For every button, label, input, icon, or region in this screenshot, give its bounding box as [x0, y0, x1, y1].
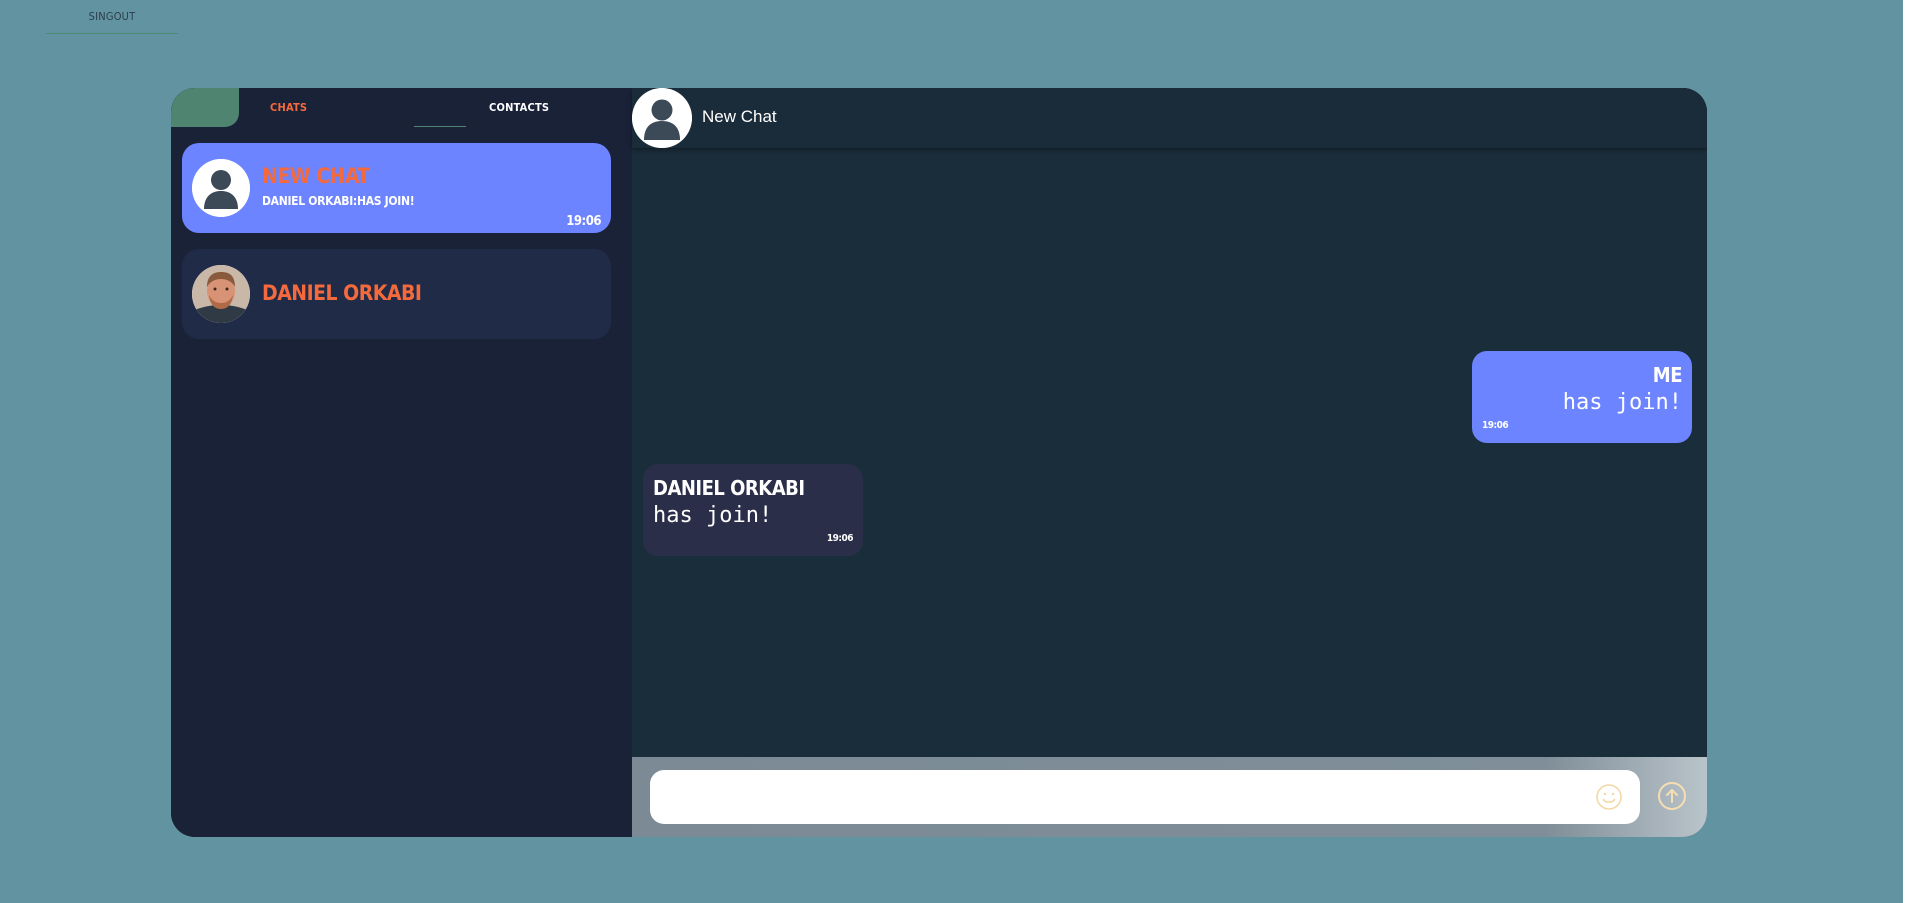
message-text: has join!	[1562, 390, 1682, 415]
page-edge	[1903, 0, 1912, 903]
user-photo-avatar	[192, 265, 250, 323]
message-bubble-outgoing: ME has join! 19:06	[1472, 351, 1692, 443]
tab-underline	[414, 126, 466, 127]
smiley-icon[interactable]	[1594, 782, 1624, 812]
arrow-up-circle-icon[interactable]	[1655, 779, 1689, 813]
message-bubble-incoming: DANIEL ORKABI has join! 19:06	[643, 464, 863, 556]
tab-chats[interactable]: CHATS	[270, 101, 307, 114]
message-input[interactable]	[666, 770, 1570, 826]
conversation-panel: New Chat ME has join! 19:06 DANIEL ORKAB…	[632, 88, 1707, 837]
signout-button[interactable]: SINGOUT	[46, 0, 178, 34]
tab-indicator	[171, 88, 239, 127]
chat-app-window: CHATS CONTACTS NEW CHAT DANIEL ORKABI:HA…	[171, 88, 1707, 837]
message-time: 19:06	[826, 533, 854, 544]
message-text: has join!	[653, 503, 773, 528]
message-time: 19:06	[1482, 420, 1509, 431]
default-user-icon	[192, 159, 250, 217]
sidebar: CHATS CONTACTS NEW CHAT DANIEL ORKABI:HA…	[171, 88, 632, 837]
chat-last-message: DANIEL ORKABI:HAS JOIN!	[262, 194, 415, 208]
message-sender: DANIEL ORKABI	[653, 476, 805, 500]
sidebar-tabs: CHATS CONTACTS	[171, 88, 632, 143]
chat-name: NEW CHAT	[262, 164, 370, 188]
chat-list-item-new-chat[interactable]: NEW CHAT DANIEL ORKABI:HAS JOIN! 19:06	[182, 143, 611, 233]
message-input-container	[650, 770, 1640, 826]
chat-list-item-daniel-orkabi[interactable]: DANIEL ORKABI	[182, 249, 611, 339]
message-sender: ME	[1652, 363, 1683, 387]
conversation-header: New Chat	[632, 88, 1707, 148]
chat-time: 19:06	[566, 214, 601, 229]
tab-contacts[interactable]: CONTACTS	[489, 101, 549, 114]
default-user-icon	[632, 88, 692, 148]
chat-name: DANIEL ORKABI	[262, 281, 422, 305]
message-composer	[632, 757, 1707, 837]
conversation-title: New Chat	[702, 107, 777, 126]
